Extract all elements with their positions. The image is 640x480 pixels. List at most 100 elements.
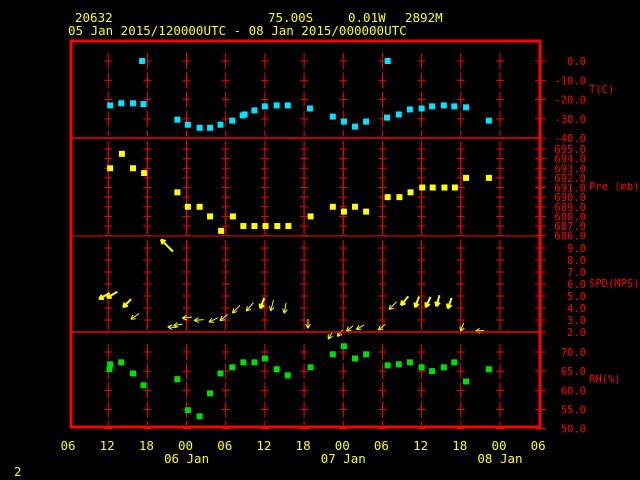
temperature-point — [196, 124, 203, 131]
temperature-point — [485, 117, 492, 124]
pressure-point — [107, 165, 114, 172]
wind-arrow — [182, 314, 193, 321]
pressure-point — [429, 184, 436, 191]
y-tick-label: 4.0 — [567, 303, 586, 315]
y-tick-label: 0.0 — [567, 56, 586, 68]
rh-point — [251, 359, 258, 366]
temperature-point — [451, 103, 458, 110]
pressure-point — [419, 184, 426, 191]
time-period: 05 Jan 2015/120000UTC - 08 Jan 2015/0000… — [68, 23, 407, 38]
wind-arrow — [258, 297, 266, 310]
panel-label-wind: SPD(MPS) — [589, 278, 640, 290]
wind-arrow — [434, 294, 441, 308]
rh-point — [140, 382, 147, 389]
y-tick-label: 686.0 — [554, 231, 586, 243]
y-tick-label: 65.0 — [561, 366, 586, 378]
temperature-point — [306, 105, 313, 112]
temperature-point — [118, 100, 125, 107]
y-tick-label: 70.0 — [561, 347, 586, 359]
pressure-point — [329, 203, 336, 210]
rh-point — [352, 355, 359, 362]
pressure-point — [184, 203, 191, 210]
pressure-point — [229, 213, 236, 220]
x-tick-label: 12 — [100, 438, 115, 453]
y-tick-label: -10.0 — [554, 75, 586, 87]
wind-arrow — [327, 331, 333, 340]
temperature-point — [363, 118, 370, 125]
temperature-point — [174, 116, 181, 123]
x-tick-label: 06 — [531, 438, 546, 453]
wind-arrow — [268, 300, 275, 312]
meteogram: 20632 75.00S 0.01W 2892M 05 Jan 2015/120… — [14, 10, 640, 479]
wind-arrow — [122, 298, 132, 309]
wind-arrow — [336, 329, 344, 337]
temperature-point — [139, 58, 146, 64]
pressure-point — [196, 203, 203, 210]
pressure-point — [262, 223, 269, 230]
pressure-point — [441, 184, 448, 191]
wind-arrow — [282, 302, 288, 314]
wind-arrow — [355, 324, 365, 330]
rh-point — [184, 407, 191, 414]
y-tick-label: 50.0 — [561, 424, 586, 436]
temperature-point — [352, 123, 359, 130]
temperature-point — [241, 111, 248, 118]
y-tick-label: 3.0 — [567, 315, 586, 327]
panel-label-pressure: Pre (mb) — [589, 181, 640, 193]
y-tick-label: 2.0 — [567, 327, 586, 339]
wind-arrow — [377, 323, 386, 331]
pressure-point — [118, 150, 125, 157]
rh-point — [340, 343, 347, 350]
temperature-point — [395, 111, 402, 118]
wind-arrow — [130, 313, 140, 320]
wind-arrow — [159, 238, 174, 253]
rh-point — [106, 366, 113, 373]
rh-point — [395, 361, 402, 368]
rh-point — [307, 364, 314, 371]
rh-point — [384, 362, 391, 369]
pressure-point — [352, 203, 359, 210]
wind-arrow — [231, 305, 241, 314]
x-tick-label: 18 — [139, 438, 154, 453]
wind-arrow — [173, 322, 183, 328]
temperature-point — [384, 114, 391, 121]
x-tick-label: 06 — [60, 438, 75, 453]
temperature-point — [129, 100, 136, 107]
temperature-point — [184, 121, 191, 128]
date-label: 08 Jan — [477, 451, 522, 466]
rh-point — [229, 364, 236, 371]
wind-arrow — [446, 297, 453, 310]
wind-arrow — [413, 296, 420, 309]
rh-point — [329, 351, 336, 358]
rh-point — [440, 364, 447, 371]
pressure-point — [240, 223, 247, 230]
temperature-point — [463, 104, 470, 111]
pressure-point — [274, 223, 281, 230]
wind-arrow — [424, 296, 432, 308]
pressure-point — [174, 189, 181, 196]
rh-point — [240, 359, 247, 366]
rh-point — [406, 359, 413, 366]
y-tick-label: 60.0 — [561, 385, 586, 397]
pressure-point — [207, 213, 214, 220]
temperature-point — [217, 121, 224, 128]
pressure-point — [141, 170, 148, 177]
date-label: 06 Jan — [164, 451, 209, 466]
temperature-point — [207, 124, 214, 131]
temperature-point — [429, 103, 436, 110]
pressure-point — [251, 223, 258, 230]
wind-arrow — [345, 325, 354, 332]
rh-point — [284, 372, 291, 379]
temperature-point — [251, 107, 258, 114]
pressure-point — [285, 223, 292, 230]
y-tick-label: 55.0 — [561, 404, 586, 416]
y-tick-label: 7.0 — [567, 267, 586, 279]
y-tick-label: 6.0 — [567, 279, 586, 291]
y-tick-label: 5.0 — [567, 291, 586, 303]
rh-point — [273, 366, 280, 373]
pressure-point — [396, 194, 403, 201]
temperature-point — [384, 58, 391, 64]
y-tick-label: -20.0 — [554, 95, 586, 107]
rh-point — [217, 370, 224, 377]
pressure-point — [463, 174, 470, 181]
